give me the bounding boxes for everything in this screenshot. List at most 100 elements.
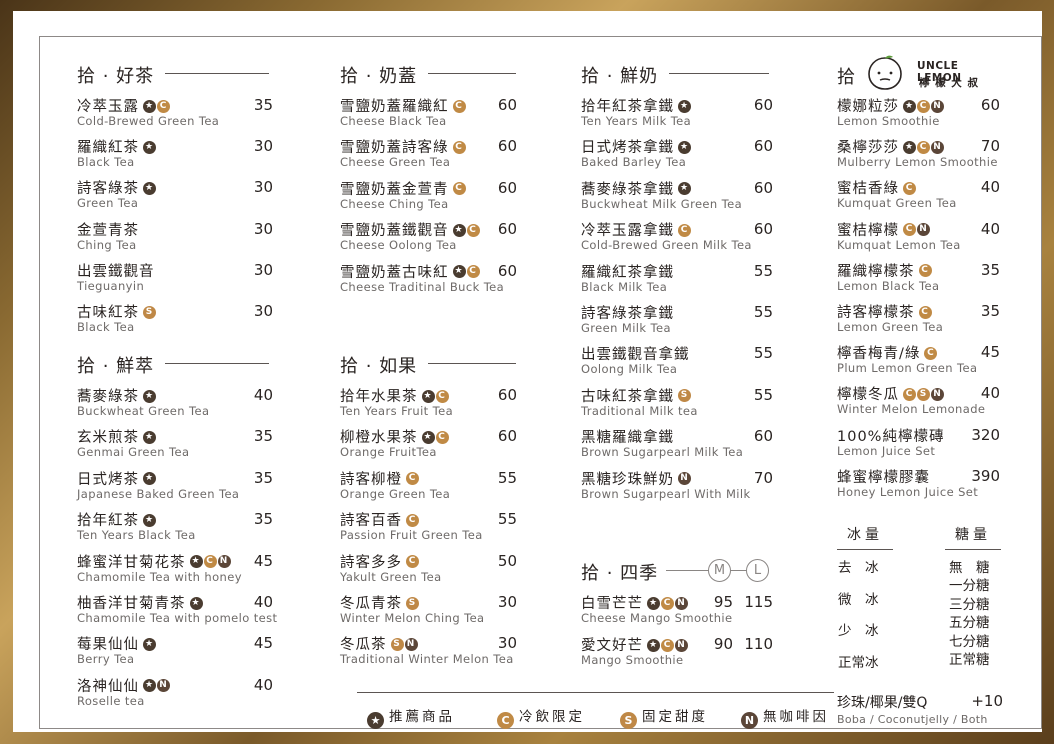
ice-level-option: 微 冰 bbox=[838, 591, 879, 608]
item-name-zh: 檸檬冬瓜 C S N bbox=[837, 383, 944, 404]
item-badges: S bbox=[406, 596, 419, 610]
addon-price: +10 bbox=[971, 692, 1003, 710]
menu-item: 日式烤茶拿鐵 ★ Baked Barley Tea 60 bbox=[581, 136, 773, 176]
caffeine-free-n-icon: N bbox=[675, 596, 688, 610]
section-divider bbox=[165, 363, 269, 364]
item-badges: C bbox=[924, 346, 938, 360]
item-price: 70 bbox=[980, 137, 1000, 156]
item-name-zh: 莓果仙仙 ★ bbox=[77, 637, 156, 654]
menu-item: 黑糖珍珠鮮奶 N Brown Sugarpearl With Milk 70 bbox=[581, 468, 773, 508]
item-name-zh: 羅織檸檬茶 C bbox=[837, 260, 932, 281]
item-price: 45 bbox=[980, 343, 1000, 362]
menu-item: 檸檬冬瓜 C S N Winter Melon Lemonade 40 bbox=[837, 383, 1000, 423]
caffeine-free-n-icon: N bbox=[931, 99, 944, 113]
item-price: 35 bbox=[253, 510, 273, 529]
item-price: 60 bbox=[753, 137, 773, 156]
recommended-star-icon: ★ bbox=[143, 389, 156, 403]
item-badges: C bbox=[452, 99, 466, 113]
item-badges: C bbox=[452, 182, 466, 196]
item-price: 60 bbox=[497, 137, 517, 156]
cold-only-c-icon: C bbox=[918, 305, 932, 319]
item-badges: ★ C bbox=[143, 99, 170, 113]
item-price: 60 bbox=[497, 96, 517, 114]
item-price: 55 bbox=[753, 344, 773, 363]
cold-only-c-icon: C bbox=[918, 264, 932, 278]
cold-only-c-icon: C bbox=[435, 389, 449, 403]
item-name-zh: 柚香洋甘菊青茶 ★ bbox=[77, 596, 203, 612]
recommended-star-icon: ★ bbox=[421, 430, 435, 444]
item-name-zh: 雪鹽奶蓋羅織紅 C bbox=[340, 95, 466, 116]
fixed-sweetness-s-icon: S bbox=[390, 637, 404, 651]
badge-legend: ★ 推薦商品 C 冷飲限定 S 固定甜度 N 無咖啡因 bbox=[357, 692, 834, 729]
item-name-zh: 冬瓜青茶 S bbox=[340, 592, 419, 613]
item-name-en: Black Tea bbox=[77, 320, 135, 334]
menu-item: 詩客綠茶 ★ Green Tea 30 bbox=[77, 177, 273, 217]
item-name-en: Ten Years Milk Tea bbox=[581, 114, 692, 128]
cold-only-c-icon: C bbox=[406, 513, 419, 527]
item-price: 60 bbox=[497, 220, 517, 239]
item-name-zh: 蜜桔香綠 C bbox=[837, 177, 916, 198]
item-price: 60 bbox=[753, 427, 773, 446]
item-name-zh: 蜂蜜檸檬膠囊 bbox=[837, 469, 930, 486]
section-title: 拾 · 鮮奶 bbox=[581, 62, 667, 88]
item-name-zh: 出雲鐵觀音拿鐵 bbox=[581, 347, 690, 364]
item-price: 35 bbox=[253, 427, 273, 446]
menu-item: 拾年水果茶 ★ C Ten Years Fruit Tea 60 bbox=[340, 385, 517, 425]
recommended-star-icon: ★ bbox=[647, 596, 660, 610]
item-name-en: Kumquat Green Tea bbox=[837, 196, 957, 211]
legend-item: ★ 推薦商品 bbox=[367, 705, 455, 729]
item-badges: ★ bbox=[143, 472, 156, 486]
item-badges: ★ bbox=[143, 430, 156, 444]
menu-item: 雪鹽奶蓋古味紅 ★ C Cheese Traditinal Buck Tea 60 bbox=[340, 261, 517, 301]
item-name-zh: 檬娜粒莎 ★ C N bbox=[837, 95, 944, 116]
item-badges: S bbox=[678, 389, 691, 403]
item-badges: C bbox=[406, 472, 419, 486]
item-name-en: Passion Fruit Green Tea bbox=[340, 528, 483, 543]
cold-only-c-icon: C bbox=[678, 223, 691, 237]
menu-item: 柚香洋甘菊青茶 ★ Chamomile Tea with pomelo test 40 bbox=[77, 592, 277, 632]
item-price: 30 bbox=[497, 634, 517, 653]
item-price: 60 bbox=[497, 178, 517, 197]
item-badges: C bbox=[918, 305, 932, 319]
caffeine-free-n-icon: N bbox=[157, 679, 170, 693]
item-badges: C bbox=[678, 223, 691, 237]
item-name-zh: 雪鹽奶蓋詩客綠 C bbox=[340, 136, 466, 157]
menu-item: 冷萃玉露拿鐵 C Cold-Brewed Green Milk Tea 60 bbox=[581, 219, 773, 259]
item-price: 45 bbox=[253, 634, 273, 653]
item-badges: ★ C bbox=[452, 265, 480, 279]
item-name-zh: 金萱青茶 bbox=[77, 222, 139, 239]
menu-item: 冬瓜青茶 S Winter Melon Ching Tea 30 bbox=[340, 592, 517, 632]
cold-only-c-icon: C bbox=[406, 472, 419, 486]
item-name-zh: 黑糖珍珠鮮奶 N bbox=[581, 468, 691, 489]
menu-item: 蜂蜜洋甘菊花茶 ★ C N Chamomile Tea with honey 45 bbox=[77, 551, 273, 591]
item-price: 60 bbox=[753, 178, 773, 197]
menu-item: 白雪芒芒 ★ C N Cheese Mango Smoothie 95 115 bbox=[581, 592, 773, 632]
menu-item: 雪鹽奶蓋金萱青 C Cheese Ching Tea 60 bbox=[340, 178, 517, 218]
menu-item: 金萱青茶 Ching Tea 30 bbox=[77, 219, 273, 259]
item-price: 60 bbox=[497, 427, 517, 446]
item-name-en: Orange FruitTea bbox=[340, 445, 437, 460]
item-name-en: Black Milk Tea bbox=[581, 279, 668, 294]
recommended-star-icon: ★ bbox=[189, 555, 203, 569]
ice-level-option: 少 冰 bbox=[838, 623, 879, 639]
menu-item: 蕎麥綠茶 ★ Buckwheat Green Tea 40 bbox=[77, 385, 273, 425]
menu-item: 詩客柳橙 C Orange Green Tea 55 bbox=[340, 468, 517, 508]
fixed-sweetness-s-icon: S bbox=[143, 305, 156, 319]
item-name-en: Brown Sugarpearl Milk Tea bbox=[581, 445, 744, 460]
cold-only-c-icon: C bbox=[452, 182, 466, 196]
sugar-level-title: 糖量 bbox=[945, 524, 1001, 550]
item-name-zh: 詩客檸檬茶 C bbox=[837, 301, 932, 322]
item-name-zh: 桑檸莎莎 ★ C N bbox=[837, 136, 944, 157]
menu-item: 詩客檸檬茶 C Lemon Green Tea 35 bbox=[837, 301, 1000, 341]
item-name-en: Winter Melon Lemonade bbox=[837, 402, 986, 417]
item-name-en: Honey Lemon Juice Set bbox=[837, 484, 979, 499]
item-name-en: Berry Tea bbox=[77, 652, 135, 667]
item-price: 30 bbox=[253, 178, 273, 197]
caffeine-free-n-icon: N bbox=[404, 637, 418, 651]
caffeine-free-n-icon: N bbox=[931, 140, 944, 154]
menu-item: 檸香梅青/綠 C Plum Lemon Green Tea 45 bbox=[837, 342, 1000, 382]
item-name-en: Cheese Ching Tea bbox=[340, 196, 449, 211]
menu-section-ru-guo: 拾 · 如果 拾年水果茶 ★ C Ten Years Fruit Tea 60 柳橙水果茶… bbox=[340, 352, 517, 682]
item-name-en: Lemon Smoothie bbox=[837, 114, 940, 128]
recommended-star-icon: ★ bbox=[678, 182, 691, 196]
